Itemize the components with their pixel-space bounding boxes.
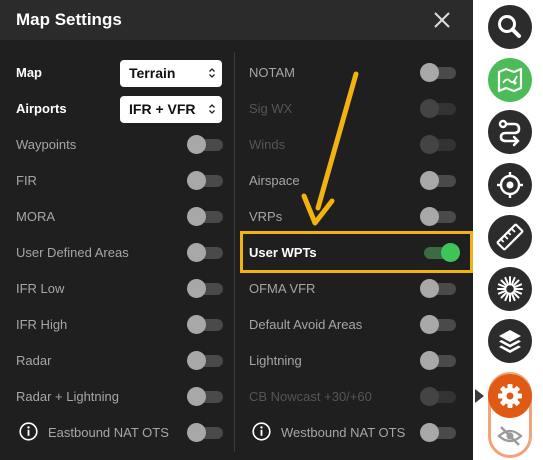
airports-select[interactable]: IFR + VFR — [120, 96, 222, 123]
starburst-icon — [497, 276, 523, 302]
map-select-value: Terrain — [129, 65, 176, 81]
toggle-knob — [420, 387, 439, 406]
toggle-knob — [187, 423, 206, 442]
ofma-vfr-toggle[interactable] — [420, 279, 456, 298]
toggle-knob — [420, 279, 439, 298]
ifr-high-label: IFR High — [16, 317, 68, 332]
select-caret-icon — [209, 104, 215, 114]
waypoints-label: Waypoints — [16, 137, 77, 152]
mora-toggle[interactable] — [187, 207, 223, 226]
user-wpts-highlight-box — [240, 231, 473, 273]
map-label: Map — [16, 65, 42, 80]
vrps-label: VRPs — [249, 209, 283, 224]
airspace-label: Airspace — [249, 173, 300, 188]
toggle-knob — [187, 207, 206, 226]
close-button[interactable] — [428, 6, 456, 34]
toggle-knob — [420, 315, 439, 334]
hide-eye-icon — [497, 426, 523, 446]
fir-label: FIR — [16, 173, 37, 188]
default-avoid-areas-label: Default Avoid Areas — [249, 317, 363, 332]
toggle-knob — [187, 171, 206, 190]
ifr-low-label: IFR Low — [16, 281, 65, 296]
toggle-knob — [187, 351, 206, 370]
airports-select-value: IFR + VFR — [129, 101, 196, 117]
airspace-toggle[interactable] — [420, 171, 456, 190]
radar-label: Radar — [16, 353, 52, 368]
radar-toggle[interactable] — [187, 351, 223, 370]
notam-label: NOTAM — [249, 65, 295, 80]
ruler-icon — [496, 223, 524, 251]
eastbound-nat-ots-label: Eastbound NAT OTS — [48, 425, 169, 440]
toggle-knob — [420, 99, 439, 118]
toggle-knob — [420, 351, 439, 370]
toggle-knob — [187, 279, 206, 298]
locate-icon — [497, 172, 523, 198]
radar-lightning-label: Radar + Lightning — [16, 389, 119, 404]
info-icon[interactable] — [19, 422, 38, 441]
select-caret-icon — [209, 68, 215, 78]
user-defined-areas-label: User Defined Areas — [16, 245, 129, 260]
default-avoid-areas-toggle[interactable] — [420, 315, 456, 334]
ifr-low-toggle[interactable] — [187, 279, 223, 298]
panel-title: Map Settings — [16, 10, 122, 29]
eastbound-nat-ots-toggle[interactable] — [187, 423, 223, 442]
ifr-high-toggle[interactable] — [187, 315, 223, 334]
search-icon — [498, 15, 521, 38]
winds-label: Winds — [249, 137, 286, 152]
mora-label: MORA — [16, 209, 55, 224]
ruler-button[interactable] — [488, 215, 532, 259]
map-button[interactable] — [488, 58, 532, 102]
ofma-vfr-label: OFMA VFR — [249, 281, 316, 296]
toggle-knob — [420, 63, 439, 82]
page: Map Settings Map Terrain Airports IFR + … — [0, 0, 543, 460]
toggle-knob — [187, 315, 206, 334]
hide-button[interactable] — [492, 418, 528, 454]
cb-nowcast-label: CB Nowcast +30/+60 — [249, 389, 372, 404]
close-icon — [434, 12, 450, 28]
map-settings-panel: Map Settings Map Terrain Airports IFR + … — [0, 0, 473, 460]
westbound-nat-ots-label: Westbound NAT OTS — [281, 425, 406, 440]
panel-header: Map Settings — [0, 0, 473, 40]
toggle-knob — [187, 243, 206, 262]
toggle-knob — [420, 207, 439, 226]
settings-button[interactable] — [488, 374, 532, 418]
route-button[interactable] — [488, 110, 532, 154]
locate-button[interactable] — [488, 163, 532, 207]
toggle-knob — [187, 387, 206, 406]
radar-lightning-toggle[interactable] — [187, 387, 223, 406]
winds-toggle[interactable] — [420, 135, 456, 154]
info-icon[interactable] — [252, 422, 271, 441]
map-icon — [497, 67, 523, 93]
layers-icon — [499, 330, 521, 353]
vrps-toggle[interactable] — [420, 207, 456, 226]
toggle-knob — [420, 423, 439, 442]
westbound-nat-ots-toggle[interactable] — [420, 423, 456, 442]
column-divider — [234, 52, 235, 452]
fir-toggle[interactable] — [187, 171, 223, 190]
layers-button[interactable] — [488, 319, 532, 363]
airports-label: Airports — [16, 101, 67, 116]
lightning-toggle[interactable] — [420, 351, 456, 370]
lightning-label: Lightning — [249, 353, 302, 368]
starburst-button[interactable] — [488, 267, 532, 311]
cb-nowcast-toggle[interactable] — [420, 387, 456, 406]
notam-toggle[interactable] — [420, 63, 456, 82]
gear-icon — [498, 384, 522, 408]
sig-wx-toggle[interactable] — [420, 99, 456, 118]
map-select[interactable]: Terrain — [120, 60, 222, 87]
waypoints-toggle[interactable] — [187, 135, 223, 154]
toggle-knob — [420, 135, 439, 154]
toggle-knob — [420, 171, 439, 190]
toggle-knob — [187, 135, 206, 154]
active-pointer — [475, 389, 484, 403]
sig-wx-label: Sig WX — [249, 101, 293, 116]
route-icon — [498, 119, 521, 147]
search-button[interactable] — [488, 5, 532, 49]
user-defined-areas-toggle[interactable] — [187, 243, 223, 262]
